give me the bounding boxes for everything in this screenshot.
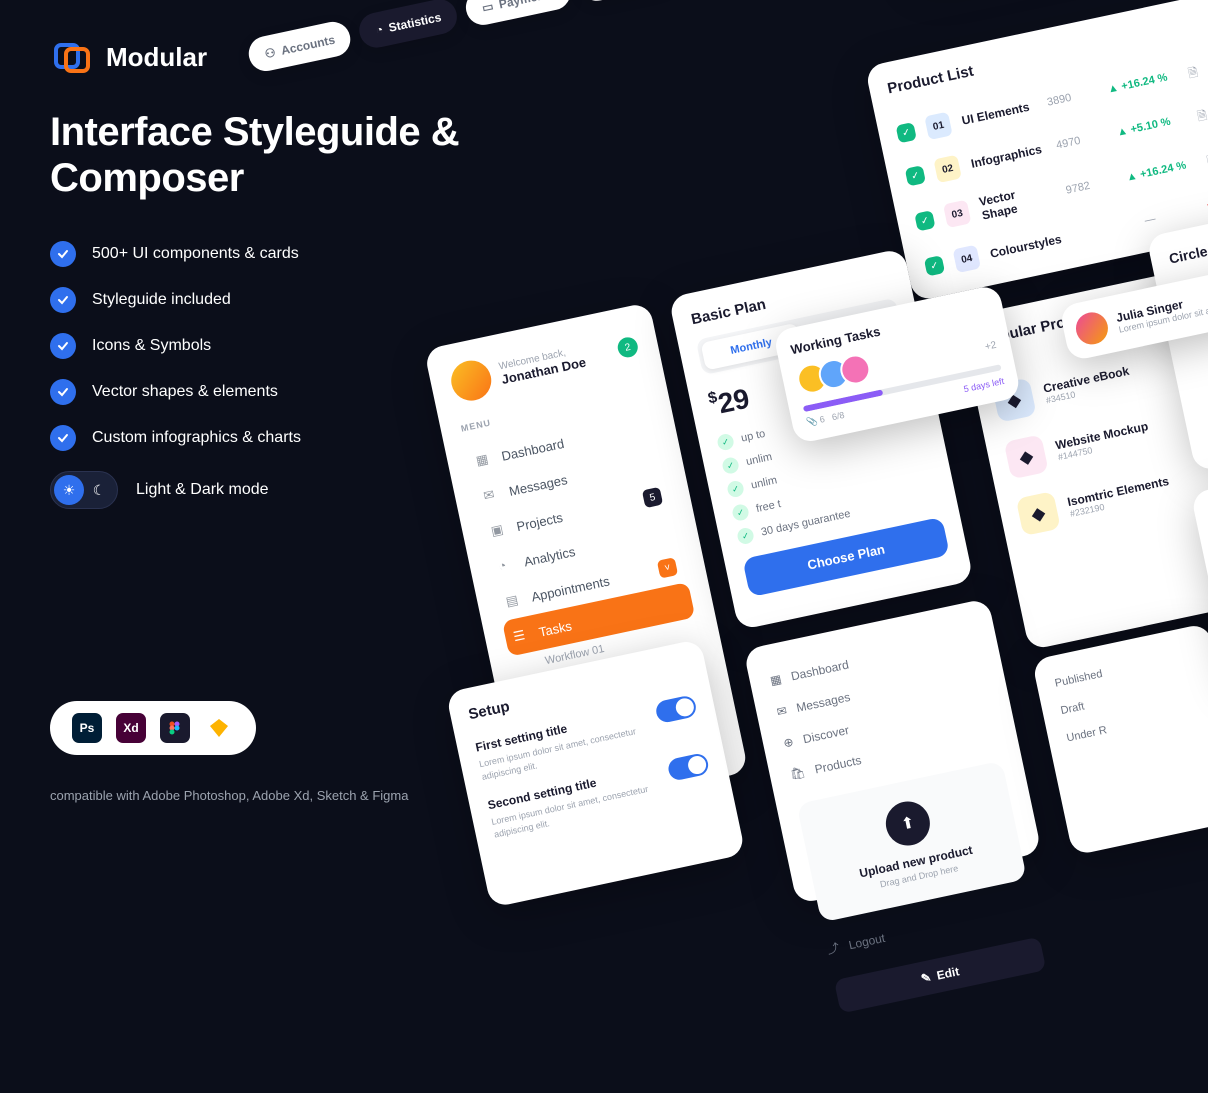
avatar: [1073, 309, 1111, 347]
product-name: UI Elements: [961, 98, 1037, 127]
marketing-panel: Modular Interface Styleguide & Composer …: [50, 35, 530, 509]
bag-icon: 🛍: [789, 765, 807, 782]
feature-list: 500+ UI components & cards Styleguide in…: [50, 241, 530, 451]
upload-menu: ▦Dashboard ✉Messages ⊕Discover 🛍Products: [767, 622, 999, 791]
row-number: 01: [924, 112, 952, 140]
row-number: 03: [943, 200, 971, 228]
product-change: ▼ -24.01 %: [1204, 188, 1208, 214]
check-icon: ✓: [716, 433, 735, 452]
document-icon[interactable]: 🗎: [1196, 105, 1208, 124]
product-value: —: [1144, 205, 1195, 227]
photoshop-icon: Ps: [72, 713, 102, 743]
document-icon[interactable]: 🗎: [1186, 62, 1205, 81]
chart-icon: ◔: [497, 556, 516, 575]
brand-name: Modular: [106, 42, 207, 73]
product-name: Infographics: [970, 141, 1046, 170]
chat-icon: ✉: [775, 703, 788, 719]
check-icon: ✓: [731, 503, 750, 522]
compatibility-pill: Ps Xd: [50, 701, 256, 755]
check-icon: [50, 287, 76, 313]
feature-item: Styleguide included: [50, 287, 530, 313]
product-icon: ◆: [1004, 434, 1049, 479]
check-icon: [50, 333, 76, 359]
compatibility-text: compatible with Adobe Photoshop, Adobe X…: [50, 786, 408, 806]
grid-icon: ▦: [769, 672, 783, 688]
theme-toggle[interactable]: ☀ ☾: [50, 471, 118, 509]
secondary-nav-card: Published Draft Under R: [1032, 623, 1208, 856]
more-count: +2: [984, 339, 997, 352]
check-icon: ✓: [736, 526, 755, 545]
brand-logo-icon: [50, 35, 94, 79]
toggle-switch[interactable]: [654, 694, 698, 724]
product-icon: ◆: [1016, 491, 1061, 536]
product-value: 3890: [1046, 86, 1097, 108]
product-value: 4970: [1055, 130, 1106, 152]
xd-icon: Xd: [116, 713, 146, 743]
avatar-stack: [795, 353, 866, 396]
folder-icon: ▣: [489, 521, 508, 540]
sketch-icon: [204, 713, 234, 743]
product-value: 9782: [1065, 175, 1116, 197]
toggle-switch[interactable]: [666, 752, 710, 782]
compass-icon: ⊕: [782, 735, 795, 751]
checkbox[interactable]: ✓: [905, 165, 926, 186]
nav-payments[interactable]: ▭Payments: [463, 0, 574, 28]
check-icon: [50, 425, 76, 451]
setup-card: Setup First setting title Lorem ipsum do…: [446, 639, 746, 908]
theme-mode-row: ☀ ☾ Light & Dark mode: [50, 471, 530, 509]
check-icon: [50, 241, 76, 267]
upload-icon: ⬆: [882, 797, 934, 849]
figma-icon: [160, 713, 190, 743]
feature-item: Vector shapes & elements: [50, 379, 530, 405]
notification-badge[interactable]: 2: [616, 335, 640, 359]
nav-settings[interactable]: ⚙Settings: [576, 0, 677, 4]
sun-icon[interactable]: ☀: [54, 475, 84, 505]
chevron-icon: ˅: [657, 557, 678, 578]
checkbox[interactable]: ✓: [924, 255, 945, 276]
card-icon: ▭: [481, 0, 495, 15]
moon-icon[interactable]: ☾: [84, 475, 114, 505]
calendar-icon: ▤: [504, 591, 523, 610]
row-number: 04: [953, 245, 981, 273]
headline: Interface Styleguide & Composer: [50, 109, 530, 201]
checkbox[interactable]: ✓: [896, 122, 917, 143]
row-number: 02: [933, 155, 961, 183]
pencil-icon: ✎: [920, 970, 933, 986]
product-change: ▲ +5.10 %: [1116, 112, 1187, 138]
product-name: Vector Shape: [978, 180, 1057, 223]
feature-item: Icons & Symbols: [50, 333, 530, 359]
feature-item: Custom infographics & charts: [50, 425, 530, 451]
product-change: ▲ +16.24 %: [1125, 157, 1196, 183]
product-change: ▲ +16.24 %: [1107, 69, 1178, 95]
check-icon: ✓: [721, 456, 740, 475]
count-badge: 5: [642, 487, 663, 508]
checkbox[interactable]: ✓: [914, 210, 935, 231]
tasks-icon: ☰: [512, 626, 531, 645]
logout-icon: ⤴: [826, 939, 841, 958]
theme-label: Light & Dark mode: [136, 481, 269, 499]
brand-row: Modular: [50, 35, 530, 79]
feature-item: 500+ UI components & cards: [50, 241, 530, 267]
check-icon: [50, 379, 76, 405]
check-icon: ✓: [726, 480, 745, 499]
upload-card: ▦Dashboard ✉Messages ⊕Discover 🛍Products…: [743, 598, 1042, 904]
